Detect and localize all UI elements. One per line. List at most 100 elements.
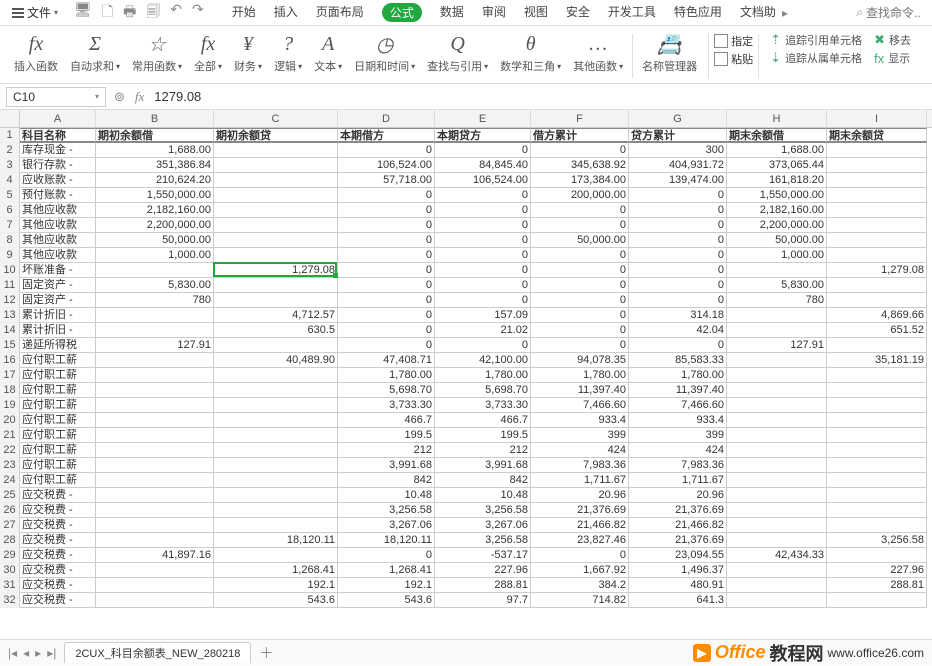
cell[interactable]: 106,524.00 — [435, 173, 531, 188]
col-header-E[interactable]: E — [435, 110, 531, 127]
cell[interactable]: 3,267.06 — [435, 518, 531, 533]
cell[interactable]: 应付职工薪 — [20, 368, 96, 383]
cell[interactable] — [96, 308, 214, 323]
fx-icon[interactable]: fx — [135, 89, 144, 105]
row-header[interactable]: 27 — [0, 518, 20, 533]
row-header[interactable]: 1 — [0, 128, 20, 143]
cell[interactable]: 0 — [531, 203, 629, 218]
row-header[interactable]: 14 — [0, 323, 20, 338]
row-header[interactable]: 16 — [0, 353, 20, 368]
qat-save-icon[interactable]: 🖥 — [74, 1, 92, 25]
trace-dependents-button[interactable]: ⇣追踪从属单元格 — [770, 50, 862, 66]
cell[interactable]: 0 — [338, 203, 435, 218]
search-box[interactable]: ⌕ — [856, 5, 926, 20]
trace-precedents-button[interactable]: ⇡追踪引用单元格 — [770, 32, 862, 48]
cell[interactable] — [214, 293, 338, 308]
cell[interactable]: 1,688.00 — [727, 143, 827, 158]
cell[interactable]: 0 — [338, 548, 435, 563]
cell[interactable] — [827, 218, 927, 233]
cell[interactable]: 1,780.00 — [531, 368, 629, 383]
cell[interactable]: 0 — [435, 218, 531, 233]
qat-redo-icon[interactable]: ↷ — [192, 1, 204, 25]
cell[interactable]: 933.4 — [531, 413, 629, 428]
cell[interactable]: 应付职工薪 — [20, 458, 96, 473]
cell[interactable]: 543.6 — [214, 593, 338, 608]
cell[interactable]: 应付职工薪 — [20, 398, 96, 413]
cell[interactable]: 0 — [629, 278, 727, 293]
cell[interactable] — [727, 353, 827, 368]
cell[interactable]: 0 — [629, 263, 727, 278]
cell[interactable] — [214, 398, 338, 413]
cell[interactable] — [96, 443, 214, 458]
sheet-next-icon[interactable]: ▸ — [35, 646, 41, 660]
row-header[interactable]: 3 — [0, 158, 20, 173]
cell[interactable] — [214, 473, 338, 488]
cell[interactable]: 1,688.00 — [96, 143, 214, 158]
menu-tab-5[interactable]: 审阅 — [482, 3, 506, 22]
cell[interactable]: 0 — [338, 323, 435, 338]
cell[interactable]: 0 — [435, 188, 531, 203]
cell[interactable]: 0 — [338, 143, 435, 158]
cell[interactable]: 应交税费 - — [20, 578, 96, 593]
menu-tab-7[interactable]: 安全 — [566, 3, 590, 22]
cell[interactable] — [827, 338, 927, 353]
cell[interactable]: 5,830.00 — [96, 278, 214, 293]
cell[interactable]: 842 — [338, 473, 435, 488]
cell[interactable]: 固定资产 - — [20, 278, 96, 293]
row-header[interactable]: 13 — [0, 308, 20, 323]
cell[interactable]: 0 — [629, 188, 727, 203]
cell[interactable]: 0 — [629, 338, 727, 353]
cell[interactable]: 1,000.00 — [96, 248, 214, 263]
cell[interactable] — [827, 248, 927, 263]
cell[interactable]: 212 — [435, 443, 531, 458]
cell[interactable]: 192.1 — [214, 578, 338, 593]
cell[interactable] — [96, 428, 214, 443]
cell[interactable]: 0 — [531, 263, 629, 278]
row-header[interactable]: 18 — [0, 383, 20, 398]
cell[interactable]: 1,550,000.00 — [96, 188, 214, 203]
ribbon-全部[interactable]: fx全部▾ — [188, 30, 228, 82]
cell[interactable]: 其他应收款 — [20, 248, 96, 263]
cell[interactable]: 404,931.72 — [629, 158, 727, 173]
cell[interactable]: 坏账准备 - — [20, 263, 96, 278]
cell[interactable]: 应交税费 - — [20, 518, 96, 533]
cell[interactable]: 714.82 — [531, 593, 629, 608]
col-header-F[interactable]: F — [531, 110, 629, 127]
cell[interactable] — [827, 188, 927, 203]
cell[interactable] — [827, 473, 927, 488]
add-sheet-button[interactable]: ＋ — [259, 643, 273, 663]
cell[interactable] — [214, 173, 338, 188]
sheet-prev-icon[interactable]: ◂ — [23, 646, 29, 660]
row-header[interactable]: 31 — [0, 578, 20, 593]
menu-tab-3[interactable]: 公式 — [382, 3, 422, 22]
cell[interactable]: 3,256.58 — [435, 533, 531, 548]
cell[interactable] — [214, 458, 338, 473]
qat-new-icon[interactable]: 🗋 — [102, 1, 113, 25]
cell[interactable] — [214, 158, 338, 173]
cell[interactable]: 0 — [531, 293, 629, 308]
cell[interactable]: 345,638.92 — [531, 158, 629, 173]
cell[interactable] — [827, 203, 927, 218]
cell[interactable]: 固定资产 - — [20, 293, 96, 308]
cell[interactable]: 18,120.11 — [214, 533, 338, 548]
cell[interactable] — [96, 353, 214, 368]
cell[interactable]: 0 — [435, 293, 531, 308]
cell[interactable]: 0 — [338, 233, 435, 248]
cell[interactable] — [96, 503, 214, 518]
cell[interactable]: 543.6 — [338, 593, 435, 608]
cell[interactable] — [727, 323, 827, 338]
cell[interactable]: 应交税费 - — [20, 548, 96, 563]
cell[interactable]: 0 — [629, 203, 727, 218]
row-header[interactable]: 7 — [0, 218, 20, 233]
cell[interactable] — [96, 473, 214, 488]
cell[interactable] — [214, 368, 338, 383]
cell[interactable]: 0 — [338, 293, 435, 308]
cell[interactable] — [727, 398, 827, 413]
col-header-C[interactable]: C — [214, 110, 338, 127]
cell[interactable]: 199.5 — [338, 428, 435, 443]
cell[interactable]: 10.48 — [435, 488, 531, 503]
cell[interactable]: 0 — [338, 308, 435, 323]
cell[interactable]: 其他应收款 — [20, 203, 96, 218]
ribbon-插入函数[interactable]: fx插入函数 — [8, 30, 64, 82]
cell[interactable]: 933.4 — [629, 413, 727, 428]
